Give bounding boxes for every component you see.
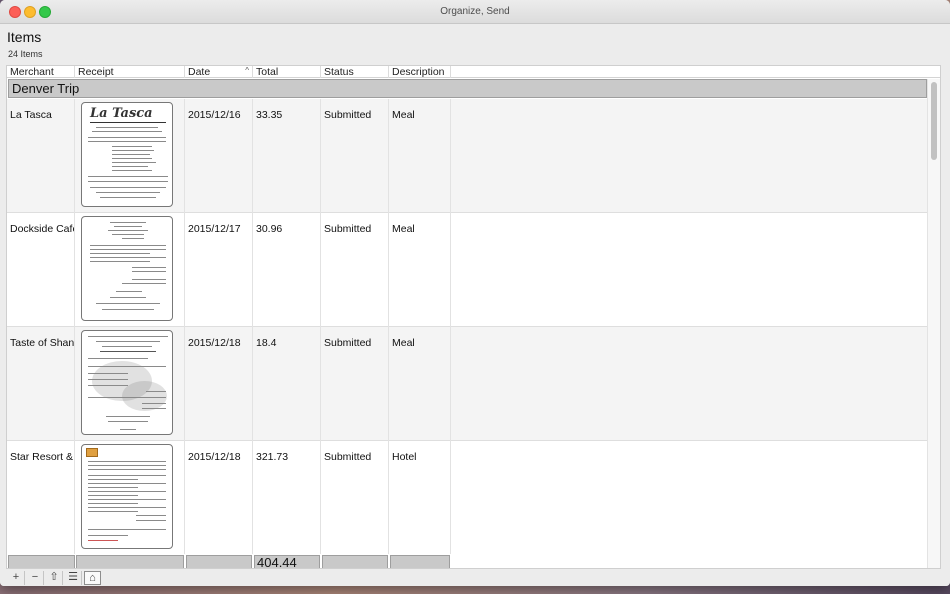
total-cell: 30.96 bbox=[253, 213, 321, 327]
description-cell: Meal bbox=[389, 327, 451, 441]
scrollbar-thumb[interactable] bbox=[931, 82, 937, 160]
title-bar[interactable]: Organize, Send bbox=[0, 0, 950, 24]
total-cell: 33.35 bbox=[253, 99, 321, 213]
group-footer: 404.44 bbox=[7, 554, 927, 568]
column-header-receipt[interactable]: Receipt bbox=[75, 66, 185, 78]
column-header-total[interactable]: Total bbox=[253, 66, 321, 78]
table-header: Merchant Receipt Date ^ Total Status Des… bbox=[7, 66, 940, 78]
group-header[interactable]: Denver Trip bbox=[8, 79, 927, 98]
items-table: Merchant Receipt Date ^ Total Status Des… bbox=[6, 65, 941, 569]
total-cell: 321.73 bbox=[253, 441, 321, 555]
footer-cell-date bbox=[186, 555, 252, 568]
table-row[interactable]: Dockside Cafe 2015/12/17 30.96 Submitted… bbox=[7, 213, 927, 327]
receipt-thumbnail[interactable] bbox=[81, 330, 173, 435]
receipt-header-text: La Tasca bbox=[90, 106, 153, 121]
column-header-date-label: Date bbox=[188, 66, 211, 78]
remove-button[interactable]: − bbox=[27, 571, 44, 585]
merchant-cell: Taste of Shang bbox=[7, 327, 75, 441]
sort-ascending-icon: ^ bbox=[245, 66, 249, 75]
table-row[interactable]: Taste of Shang 2015/12/18 18.4 Submitted… bbox=[7, 327, 927, 441]
merchant-cell: Dockside Cafe bbox=[7, 213, 75, 327]
total-cell: 18.4 bbox=[253, 327, 321, 441]
date-cell: 2015/12/18 bbox=[185, 441, 253, 555]
add-button[interactable]: + bbox=[8, 571, 25, 585]
column-header-merchant[interactable]: Merchant bbox=[7, 66, 75, 78]
date-cell: 2015/12/17 bbox=[185, 213, 253, 327]
merchant-cell: La Tasca bbox=[7, 99, 75, 213]
column-header-description[interactable]: Description bbox=[389, 66, 451, 78]
column-header-status[interactable]: Status bbox=[321, 66, 389, 78]
status-cell: Submitted bbox=[321, 327, 389, 441]
description-cell: Hotel bbox=[389, 441, 451, 555]
receipt-thumbnail[interactable]: La Tasca bbox=[81, 102, 173, 207]
app-window: Organize, Send Items 24 Items Merchant R… bbox=[0, 0, 950, 586]
window-title: Organize, Send bbox=[440, 6, 510, 17]
status-cell: Submitted bbox=[321, 213, 389, 327]
merchant-cell: Star Resort & bbox=[7, 441, 75, 555]
status-cell: Submitted bbox=[321, 441, 389, 555]
date-cell: 2015/12/16 bbox=[185, 99, 253, 213]
status-cell: Submitted bbox=[321, 99, 389, 213]
bottom-toolbar: + − ⇧ ☰ ⌂ bbox=[0, 570, 950, 586]
item-count: 24 Items bbox=[8, 49, 43, 59]
footer-cell-merchant bbox=[8, 555, 75, 568]
footer-cell-status bbox=[322, 555, 388, 568]
description-cell: Meal bbox=[389, 99, 451, 213]
column-header-date[interactable]: Date ^ bbox=[185, 66, 253, 78]
receipt-thumbnail[interactable] bbox=[81, 216, 173, 321]
page-title: Items bbox=[7, 29, 42, 45]
table-row[interactable]: Star Resort & 2015/12/18 321.73 Submitte… bbox=[7, 441, 927, 555]
list-icon[interactable]: ☰ bbox=[65, 571, 82, 585]
footer-cell-receipt bbox=[76, 555, 184, 568]
hotel-logo-icon bbox=[86, 448, 98, 457]
vertical-scrollbar[interactable] bbox=[927, 79, 940, 568]
share-icon[interactable]: ⇧ bbox=[46, 571, 63, 585]
receipt-thumbnail[interactable] bbox=[81, 444, 173, 549]
home-icon[interactable]: ⌂ bbox=[84, 571, 101, 585]
description-cell: Meal bbox=[389, 213, 451, 327]
table-row[interactable]: La Tasca La Tasca 2015/12/16 33.35 Submi… bbox=[7, 99, 927, 213]
footer-cell-description bbox=[390, 555, 450, 568]
footer-total: 404.44 bbox=[254, 555, 320, 568]
date-cell: 2015/12/18 bbox=[185, 327, 253, 441]
